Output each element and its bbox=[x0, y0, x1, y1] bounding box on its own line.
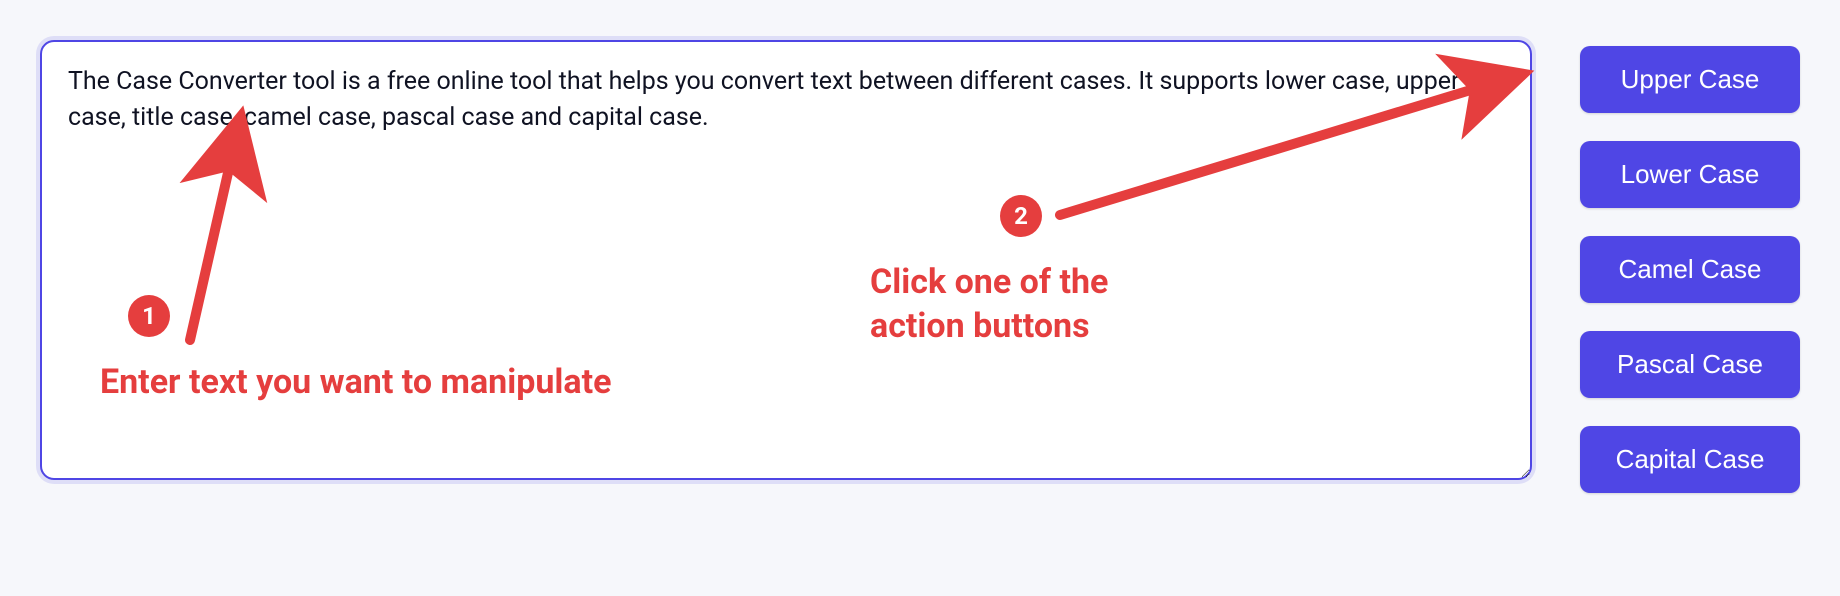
actions-sidebar: Upper Case Lower Case Camel Case Pascal … bbox=[1580, 40, 1800, 493]
text-input[interactable] bbox=[40, 40, 1532, 480]
annotation-badge-2: 2 bbox=[1000, 195, 1042, 237]
annotation-text-2: Click one of the action buttons bbox=[870, 260, 1210, 348]
lower-case-button[interactable]: Lower Case bbox=[1580, 141, 1800, 208]
camel-case-button[interactable]: Camel Case bbox=[1580, 236, 1800, 303]
annotation-badge-1: 1 bbox=[128, 295, 170, 337]
capital-case-button[interactable]: Capital Case bbox=[1580, 426, 1800, 493]
upper-case-button[interactable]: Upper Case bbox=[1580, 46, 1800, 113]
pascal-case-button[interactable]: Pascal Case bbox=[1580, 331, 1800, 398]
annotation-text-1: Enter text you want to manipulate bbox=[100, 360, 611, 404]
